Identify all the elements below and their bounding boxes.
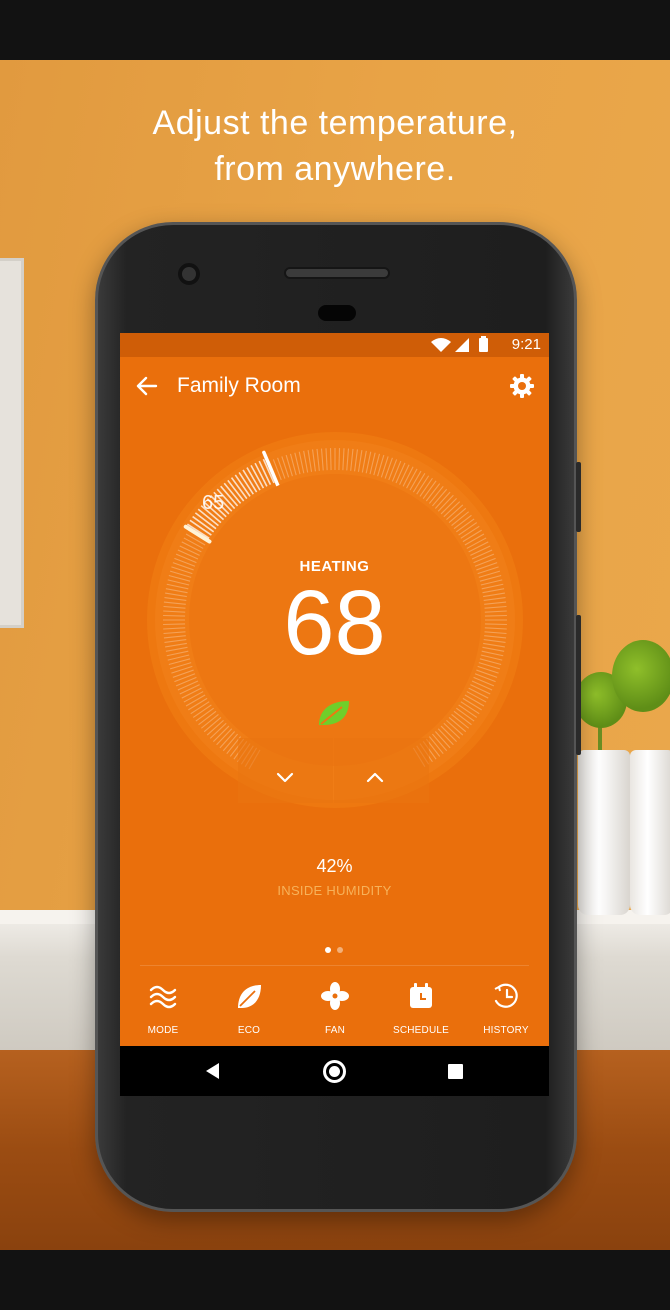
dial-tick — [338, 448, 341, 471]
vase — [630, 750, 670, 915]
nav-item-mode[interactable]: MODE — [120, 981, 206, 1043]
system-home-icon[interactable] — [323, 1060, 346, 1083]
status-bar: 9:21 — [120, 333, 549, 357]
humidity-value: 42% — [316, 856, 353, 876]
tagline-line-1: Adjust the temperature, — [152, 104, 518, 142]
app-bar: Family Room — [120, 357, 549, 417]
vase — [578, 750, 630, 915]
bottom-navigation: MODE ECO FAN SCHEDULE HISTORY — [120, 973, 549, 1046]
wifi-icon — [431, 338, 451, 352]
nav-label-history: HISTORY — [483, 1025, 529, 1036]
current-temperature: 68 — [283, 572, 386, 674]
nav-item-eco[interactable]: ECO — [206, 981, 292, 1043]
nav-item-fan[interactable]: FAN — [292, 981, 378, 1043]
page-dot — [337, 947, 343, 953]
plant — [612, 640, 670, 712]
chevron-up-icon — [334, 738, 429, 803]
system-back-icon[interactable] — [204, 1062, 222, 1080]
nav-label-fan: FAN — [324, 1025, 346, 1036]
system-navigation-bar — [120, 1046, 549, 1096]
page-indicator — [325, 947, 345, 955]
nav-label-eco: ECO — [237, 1025, 261, 1036]
setpoint-label: 65 — [202, 492, 225, 514]
nav-label-schedule: SCHEDULE — [392, 1025, 450, 1036]
volume-button — [576, 615, 581, 755]
calendar-clock-icon — [410, 983, 432, 1008]
gear-icon[interactable] — [507, 371, 537, 401]
chevron-down-icon — [238, 738, 333, 803]
signal-icon — [455, 338, 469, 352]
increase-temperature-button[interactable] — [334, 738, 429, 803]
top-letterbox — [0, 0, 670, 60]
nav-item-schedule[interactable]: SCHEDULE — [378, 981, 464, 1043]
promo-tagline: Adjust the temperature, from anywhere. — [0, 100, 670, 192]
wall-picture-frame — [0, 258, 24, 628]
battery-icon — [479, 338, 488, 352]
page-dot-active — [325, 947, 331, 953]
status-icons — [431, 336, 488, 352]
status-time: 9:21 — [511, 336, 541, 353]
history-icon — [494, 983, 518, 1008]
tagline-line-2: from anywhere. — [214, 150, 456, 188]
arrow-back-icon[interactable] — [132, 371, 162, 401]
dial-tick — [329, 448, 332, 471]
front-camera — [178, 263, 200, 285]
leaf-icon — [319, 701, 349, 725]
humidity-label: INSIDE HUMIDITY — [277, 883, 392, 898]
nav-label-mode: MODE — [147, 1025, 179, 1036]
proximity-sensor — [318, 305, 356, 321]
system-recents-icon[interactable] — [448, 1064, 463, 1079]
leaf-icon — [238, 985, 261, 1008]
decrease-temperature-button[interactable] — [238, 738, 333, 803]
earpiece-speaker — [284, 267, 390, 279]
power-button — [576, 462, 581, 532]
bottom-letterbox — [0, 1250, 670, 1310]
nav-item-history[interactable]: HISTORY — [463, 981, 549, 1043]
app-screen: 9:21 Family Room 65 HEATING 68 42% INSID… — [120, 333, 549, 1096]
nav-divider — [140, 965, 529, 966]
fan-icon — [321, 982, 349, 1010]
waves-icon — [149, 985, 177, 1009]
room-title: Family Room — [177, 374, 301, 397]
